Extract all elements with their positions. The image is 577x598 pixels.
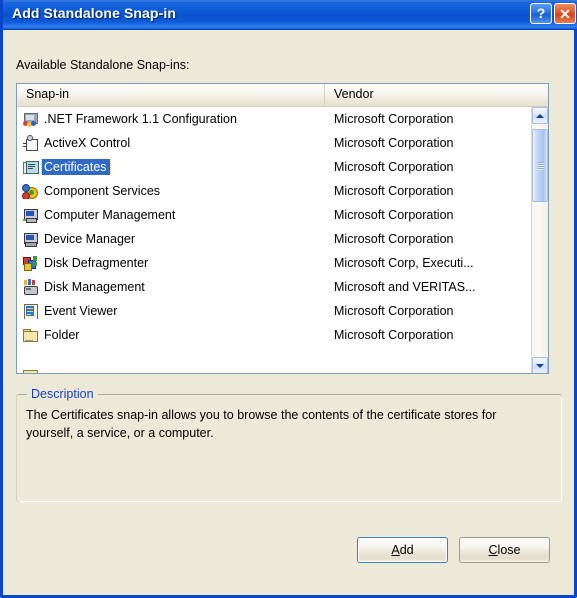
add-button[interactable]: Add (357, 537, 448, 563)
window-title: Add Standalone Snap-in (12, 5, 176, 21)
titlebar-highlight (3, 0, 577, 2)
close-accel: C (488, 543, 498, 557)
table-row[interactable]: Event Viewer Microsoft Corporation (17, 299, 533, 323)
table-row[interactable]: Disk Defragmenter Microsoft Corp, Executi… (17, 251, 533, 275)
dotnet-icon (22, 111, 38, 127)
close-rest: lose (497, 543, 521, 557)
row-snapin-name: Folder (44, 328, 80, 342)
dialog-client-area: Available Standalone Snap-ins: Snap-in V… (3, 31, 574, 595)
row-vendor-cell: Microsoft Corp, Executi... (334, 256, 474, 270)
table-row[interactable]: ActiveX Control Microsoft Corporation (17, 131, 533, 155)
row-vendor-cell: Microsoft Corporation (334, 232, 454, 246)
table-row[interactable]: Disk Management Microsoft and VERITAS... (17, 275, 533, 299)
table-row[interactable]: Folder Microsoft Corporation (17, 323, 533, 347)
activex-icon (22, 135, 38, 151)
row-snapin-cell: Component Services (17, 183, 325, 199)
column-header-snapin[interactable]: Snap-in (17, 84, 325, 106)
add-rest: dd (399, 543, 414, 557)
row-snapin-cell: Folder (17, 327, 325, 343)
help-glyph: ? (536, 4, 546, 21)
listview-header: Snap-in Vendor (17, 84, 548, 107)
row-snapin-name: Device Manager (44, 232, 136, 246)
row-vendor-cell: Microsoft Corporation (334, 160, 454, 174)
row-snapin-cell: Certificates (17, 159, 325, 175)
row-snapin-name: Component Services (44, 184, 161, 198)
scroll-down-icon[interactable] (532, 357, 548, 373)
device-manager-icon (22, 231, 38, 247)
dialog-button-row: Add Close (3, 537, 574, 567)
add-button-label: Add (391, 543, 413, 557)
row-vendor-cell: Microsoft Corporation (334, 112, 454, 126)
scrollbar-thumb[interactable] (532, 129, 548, 202)
row-snapin-name: Event Viewer (44, 304, 118, 318)
add-accel: A (391, 543, 400, 557)
available-snapins-label: Available Standalone Snap-ins: (16, 58, 190, 72)
row-snapin-cell: Computer Management (17, 207, 325, 223)
row-vendor-cell: Microsoft Corporation (334, 208, 454, 222)
row-snapin-cell: ActiveX Control (17, 135, 325, 151)
row-snapin-cell: Event Viewer (17, 303, 325, 319)
row-snapin-name: Disk Defragmenter (44, 256, 149, 270)
row-snapin-cell: Disk Defragmenter (17, 255, 325, 271)
row-snapin-name: Disk Management (44, 280, 145, 294)
title-bar-buttons: ? ✕ (530, 3, 576, 24)
certificates-icon (22, 159, 39, 175)
component-services-icon (22, 183, 38, 199)
row-snapin-cell: Device Manager (17, 231, 325, 247)
table-row[interactable]: Component Services Microsoft Corporation (17, 179, 533, 203)
scroll-up-icon[interactable] (532, 107, 548, 124)
table-row[interactable]: Computer Management Microsoft Corporation (17, 203, 533, 227)
help-icon[interactable]: ? (530, 3, 552, 24)
row-snapin-name: Computer Management (44, 208, 176, 222)
partial-row-icon (22, 370, 38, 373)
row-vendor-cell: Microsoft Corporation (334, 184, 454, 198)
table-row[interactable]: Certificates Microsoft Corporation (17, 155, 533, 179)
column-header-vendor[interactable]: Vendor (325, 84, 535, 106)
disk-management-icon (22, 279, 38, 295)
row-vendor-cell: Microsoft and VERITAS... (334, 280, 476, 294)
description-text: The Certificates snap-in allows you to b… (26, 408, 497, 440)
disk-defragmenter-icon (22, 255, 38, 271)
scroll-up-arrow (536, 113, 544, 118)
folder-icon (22, 327, 38, 343)
computer-management-icon (22, 207, 38, 223)
scrollbar-track[interactable] (532, 124, 548, 357)
close-icon[interactable]: ✕ (554, 3, 576, 24)
row-vendor-cell: Microsoft Corporation (334, 136, 454, 150)
listview-scrollbar[interactable] (531, 107, 548, 373)
close-button-label: Close (489, 543, 521, 557)
description-groupbox: Description The Certificates snap-in all… (16, 387, 562, 502)
scroll-down-arrow (536, 363, 544, 368)
row-vendor-cell: Microsoft Corporation (334, 328, 454, 342)
row-snapin-cell: Disk Management (17, 279, 325, 295)
row-snapin-name: .NET Framework 1.1 Configuration (44, 112, 237, 126)
snapin-listview[interactable]: Snap-in Vendor .NET Framework 1.1 Config… (16, 83, 549, 374)
row-snapin-name: Certificates (41, 159, 111, 175)
scrollbar-grip-icon (538, 161, 544, 170)
table-row[interactable]: Device Manager Microsoft Corporation (17, 227, 533, 251)
close-button[interactable]: Close (459, 537, 550, 563)
description-legend: Description (27, 387, 98, 401)
row-snapin-name: ActiveX Control (44, 136, 131, 150)
listview-rows: .NET Framework 1.1 Configuration Microsof… (17, 107, 533, 373)
add-standalone-snapin-dialog: Add Standalone Snap-in ? ✕ Available Sta… (0, 0, 577, 598)
row-snapin-cell: .NET Framework 1.1 Configuration (17, 111, 325, 127)
row-vendor-cell: Microsoft Corporation (334, 304, 454, 318)
close-glyph: ✕ (559, 5, 571, 22)
event-viewer-icon (22, 303, 38, 319)
table-row[interactable]: .NET Framework 1.1 Configuration Microsof… (17, 107, 533, 131)
title-bar[interactable]: Add Standalone Snap-in ? ✕ (3, 0, 577, 30)
